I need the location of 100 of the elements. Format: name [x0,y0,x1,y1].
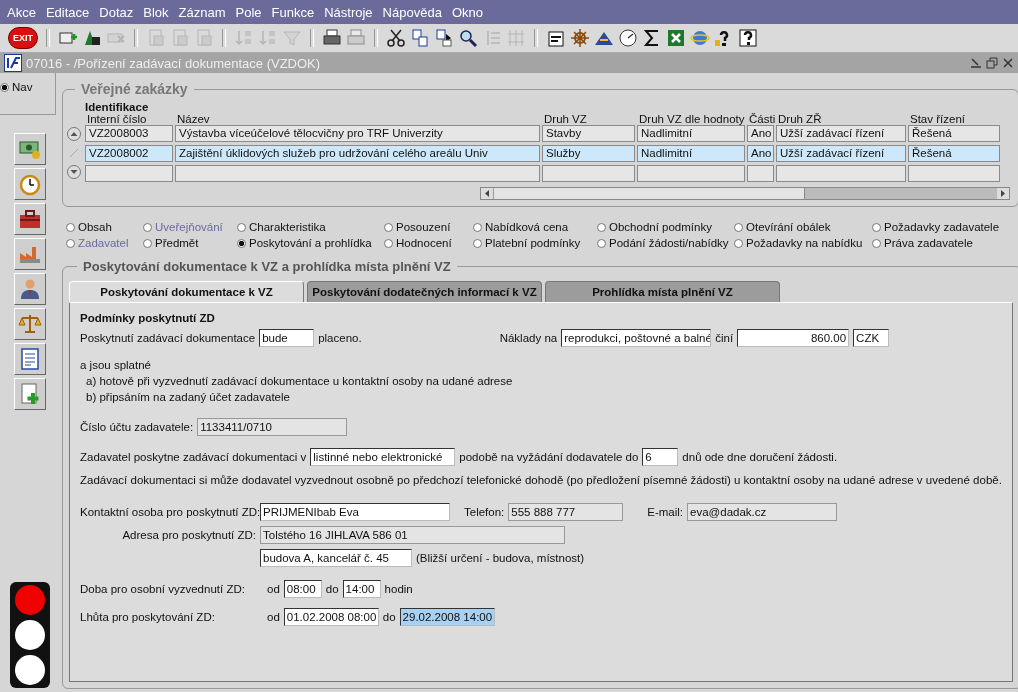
menu-item[interactable]: Funkce [266,4,320,20]
money-button[interactable] [14,133,46,165]
empty-cell[interactable] [637,165,745,182]
print-icon[interactable] [322,28,342,48]
menu-item[interactable]: Nástroje [319,4,378,20]
text-field[interactable]: bude [259,329,315,347]
section-radio[interactable]: Obchodní podmínky [597,221,734,233]
section-radio[interactable]: Platební podmínky [473,237,597,249]
paste-icon[interactable] [434,28,454,48]
account-field[interactable]: 1133411/0710 [197,418,348,436]
currency-field[interactable]: CZK [853,329,890,347]
section-radio[interactable]: Poskytování a prohlídka [237,237,384,249]
scroll-down-icon[interactable] [67,165,81,179]
section-radio[interactable]: Předmět [143,237,237,249]
scroll-left-icon[interactable] [481,188,493,199]
scroll-right-icon[interactable] [997,188,1009,199]
table-cell[interactable]: Výstavba víceúčelové tělocvičny pro TRF Univerzity [175,125,540,142]
cut-icon[interactable] [386,28,406,48]
document-button[interactable] [14,343,46,375]
column-header: Části [749,113,776,125]
menu-item[interactable]: Dotaz [94,4,139,20]
contact-field[interactable]: PRIJMENIbab Eva [260,503,450,521]
tab[interactable]: Poskytování dodatečných informací k VZ [307,281,542,302]
table-cell[interactable]: VZ2008003 [85,125,173,142]
empty-cell[interactable] [542,165,635,182]
menu-item[interactable]: Editace [40,4,95,20]
toolbox-button[interactable] [14,203,46,235]
sheet-icon[interactable] [666,28,686,48]
empty-cell[interactable] [747,165,774,182]
table-cell[interactable]: Užší zadávací řízení [776,125,906,142]
date-field[interactable]: 29.02.2008 14:00 [399,608,495,626]
section-radio[interactable]: Hodnocení [384,237,473,249]
menu-item[interactable]: Blok [138,4,174,20]
copy-icon[interactable] [410,28,430,48]
amount-field[interactable]: 860.00 [737,329,850,347]
horizontal-scrollbar[interactable] [480,187,1010,200]
app-logo-icon [4,54,22,72]
section-radio[interactable]: Práva zadavatele [872,237,1012,249]
form-icon[interactable] [546,28,566,48]
tab[interactable]: Prohlídka místa plnění VZ [545,281,780,302]
empty-cell[interactable] [776,165,906,182]
menu-item[interactable]: Akce [2,4,41,20]
email-field[interactable]: eva@dadak.cz [687,503,838,521]
section-radio[interactable]: Obsah [66,221,143,233]
empty-cell[interactable] [175,165,540,182]
wheel-icon[interactable] [570,28,590,48]
gauge-icon[interactable] [618,28,638,48]
minimize-icon[interactable] [970,57,982,69]
add-button[interactable] [14,378,46,410]
column-header: Interní číslo [87,113,148,125]
table-cell[interactable]: Zajištění úklidových služeb pro udržování celého areálu Univ [175,145,540,162]
scrollbar-thumb[interactable] [493,188,805,199]
table-cell[interactable]: Služby [542,145,635,162]
column-header: Druh VZ dle hodnoty [639,113,746,125]
table-cell[interactable]: Řešená [908,125,1000,142]
block-label: Identifikace [85,101,150,113]
table-cell[interactable]: Nadlimitní [637,125,745,142]
factory-button[interactable] [14,238,46,270]
nav-radio[interactable]: Nav [0,81,33,93]
table-cell[interactable]: Ano [747,125,774,142]
section-radio[interactable]: Podání žádosti/nabídky [597,237,734,249]
close-icon[interactable] [1002,57,1014,69]
clock-button[interactable] [14,168,46,200]
section-radio[interactable]: Požadavky zadavatele [872,221,1012,233]
help-icon[interactable] [738,28,758,48]
table-cell[interactable]: Stavby [542,125,635,142]
menu-item[interactable]: Nápověda [377,4,447,20]
person-button[interactable] [14,273,46,305]
address-detail-field[interactable]: budova A, kancelář č. 45 [260,549,412,567]
section-radio[interactable]: Otevírání obálek [734,221,872,233]
section-radio[interactable]: Posouzení [384,221,473,233]
scroll-up-icon[interactable] [67,127,81,141]
time-field[interactable]: 14:00 [342,580,381,598]
table-cell[interactable]: Užší zadávací řízení [776,145,906,162]
group-title: Veřejné zakázky [80,81,189,97]
table-cell[interactable]: Nadlimitní [637,145,745,162]
section-radio[interactable]: Charakteristika [237,221,384,233]
restore-icon[interactable] [986,57,998,69]
text-field[interactable]: listinné nebo elektronické [310,448,456,466]
time-field[interactable]: 08:00 [283,580,322,598]
phone-field[interactable]: 555 888 777 [508,503,624,521]
section-radio[interactable]: Nabídková cena [473,221,597,233]
table-cell[interactable]: Řešená [908,145,1000,162]
table-cell[interactable]: Ano [747,145,774,162]
field-label: Adresa pro poskytnutí ZD: [121,529,256,541]
date-field[interactable]: 01.02.2008 08:00 [283,608,379,626]
empty-cell[interactable] [908,165,1000,182]
section-radio[interactable]: Požadavky na nabídku [734,237,872,249]
table-cell[interactable]: VZ2008002 [85,145,173,162]
address-field[interactable]: Tolstého 16 JIHLAVA 586 01 [260,526,565,544]
menu-item[interactable]: Okno [446,4,488,20]
scales-button[interactable] [14,308,46,340]
menu-item[interactable]: Pole [230,4,267,20]
field-suffix: placeno. [318,332,362,344]
days-field[interactable]: 6 [642,448,679,466]
menu-item[interactable]: Záznam [173,4,231,20]
empty-cell[interactable] [85,165,173,182]
exit-button[interactable]: EXIT [8,27,38,49]
tab[interactable]: Poskytování dokumentace k VZ [69,281,304,302]
search-icon[interactable] [458,28,478,48]
